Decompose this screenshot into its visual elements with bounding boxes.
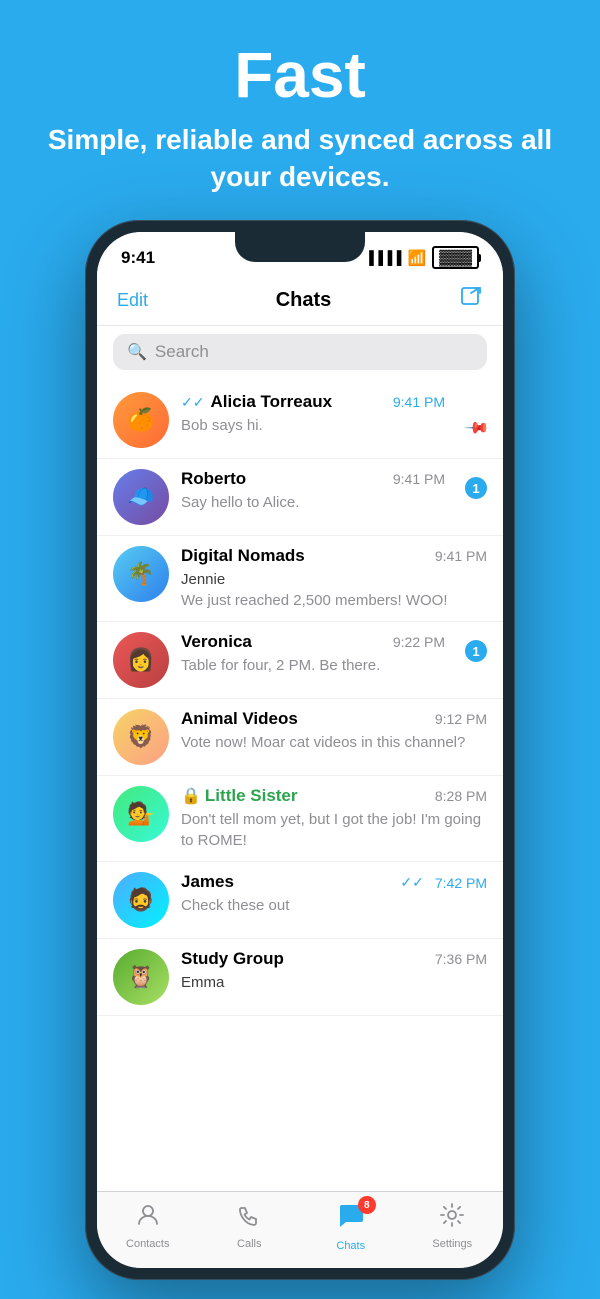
chat-name-sister: Little Sister bbox=[205, 786, 298, 806]
tab-chats[interactable]: 8 Chats bbox=[300, 1200, 402, 1252]
chat-time-sister: 8:28 PM bbox=[435, 788, 487, 804]
chat-time-study: 7:36 PM bbox=[435, 951, 487, 967]
sender-study: Emma bbox=[181, 974, 224, 991]
chat-item-sister[interactable]: 💁 🔒 Little Sister 8:28 PM Don't tell mom… bbox=[97, 776, 503, 862]
avatar-veronica: 👩 bbox=[113, 632, 169, 688]
chats-icon: 8 bbox=[336, 1200, 366, 1237]
search-container: 🔍 Search bbox=[97, 326, 503, 382]
search-placeholder: Search bbox=[155, 342, 209, 362]
badge-roberto: 1 bbox=[465, 477, 487, 499]
chat-preview-veronica: Table for four, 2 PM. Be there. bbox=[181, 655, 445, 676]
search-bar[interactable]: 🔍 Search bbox=[113, 334, 487, 370]
avatar-study: 🦉 bbox=[113, 949, 169, 1005]
double-check-alicia: ✓✓ bbox=[181, 394, 204, 411]
badge-veronica: 1 bbox=[465, 640, 487, 662]
avatar-animal: 🦁 bbox=[113, 709, 169, 765]
sender-digital: Jennie bbox=[181, 571, 225, 588]
hero-section: Fast Simple, reliable and synced across … bbox=[0, 0, 600, 225]
chat-content-sister: 🔒 Little Sister 8:28 PM Don't tell mom y… bbox=[181, 786, 487, 851]
avatar-roberto: 🧢 bbox=[113, 469, 169, 525]
chat-time-james: 7:42 PM bbox=[435, 875, 487, 891]
tab-calls[interactable]: Calls bbox=[199, 1202, 301, 1250]
chat-item-james[interactable]: 🧔 James ✓✓ 7:42 PM Check these out bbox=[97, 862, 503, 939]
search-icon: 🔍 bbox=[127, 342, 147, 362]
chat-preview-james: Check these out bbox=[181, 895, 487, 916]
chat-preview-study: Emma bbox=[181, 972, 487, 993]
chat-content-animal: Animal Videos 9:12 PM Vote now! Moar cat… bbox=[181, 709, 487, 753]
nav-bar: Edit Chats bbox=[97, 277, 503, 326]
chat-item-study[interactable]: 🦉 Study Group 7:36 PM Emma bbox=[97, 939, 503, 1016]
status-time: 9:41 bbox=[121, 248, 155, 268]
chat-content-alicia: ✓✓ Alicia Torreaux 9:41 PM Bob says hi. bbox=[181, 392, 445, 436]
chat-item-roberto[interactable]: 🧢 Roberto 9:41 PM Say hello to Alice. 1 bbox=[97, 459, 503, 536]
double-check-james: ✓✓ bbox=[400, 874, 423, 891]
chat-preview-alicia: Bob says hi. bbox=[181, 415, 445, 436]
nav-title: Chats bbox=[276, 289, 332, 312]
calls-icon bbox=[236, 1202, 262, 1235]
hero-subtitle: Simple, reliable and synced across all y… bbox=[40, 122, 560, 195]
chat-meta-alicia: 📌 bbox=[457, 392, 487, 438]
status-bar: 9:41 ▐▐▐▐ 📶 ▓▓▓ bbox=[97, 232, 503, 277]
chat-preview-roberto: Say hello to Alice. bbox=[181, 492, 445, 513]
tab-bar: Contacts Calls 8 Chats bbox=[97, 1191, 503, 1268]
tab-label-chats: Chats bbox=[336, 1240, 365, 1252]
chat-item-animal[interactable]: 🦁 Animal Videos 9:12 PM Vote now! Moar c… bbox=[97, 699, 503, 776]
chat-list: 🍊 ✓✓ Alicia Torreaux 9:41 PM Bob says hi… bbox=[97, 382, 503, 1191]
status-icons: ▐▐▐▐ 📶 ▓▓▓ bbox=[365, 246, 479, 269]
tab-label-settings: Settings bbox=[432, 1238, 472, 1250]
chat-meta-roberto: 1 bbox=[457, 469, 487, 499]
lock-icon-sister: 🔒 bbox=[181, 786, 201, 806]
chat-meta-veronica: 1 bbox=[457, 632, 487, 662]
chat-time-animal: 9:12 PM bbox=[435, 711, 487, 727]
chat-content-james: James ✓✓ 7:42 PM Check these out bbox=[181, 872, 487, 916]
chat-time-alicia: 9:41 PM bbox=[393, 394, 445, 410]
avatar-james: 🧔 bbox=[113, 872, 169, 928]
hero-title: Fast bbox=[40, 40, 560, 110]
settings-icon bbox=[439, 1202, 465, 1235]
tab-label-calls: Calls bbox=[237, 1238, 261, 1250]
signal-icon: ▐▐▐▐ bbox=[365, 250, 402, 265]
chats-badge: 8 bbox=[358, 1196, 376, 1214]
chat-time-roberto: 9:41 PM bbox=[393, 471, 445, 487]
chat-preview-animal: Vote now! Moar cat videos in this channe… bbox=[181, 732, 487, 753]
tab-settings[interactable]: Settings bbox=[402, 1202, 504, 1250]
chat-name-animal: Animal Videos bbox=[181, 709, 298, 729]
pin-icon-alicia: 📌 bbox=[463, 414, 491, 442]
avatar-digital: 🌴 bbox=[113, 546, 169, 602]
chat-name-roberto: Roberto bbox=[181, 469, 246, 489]
notch bbox=[235, 232, 365, 262]
avatar-sister: 💁 bbox=[113, 786, 169, 842]
chat-content-digital: Digital Nomads 9:41 PM Jennie We just re… bbox=[181, 546, 487, 611]
chat-name-digital: Digital Nomads bbox=[181, 546, 305, 566]
chat-name-james: James bbox=[181, 872, 234, 892]
chat-content-study: Study Group 7:36 PM Emma bbox=[181, 949, 487, 993]
chat-item-digital[interactable]: 🌴 Digital Nomads 9:41 PM Jennie We just … bbox=[97, 536, 503, 622]
avatar-alicia: 🍊 bbox=[113, 392, 169, 448]
battery-icon: ▓▓▓ bbox=[432, 246, 479, 269]
chat-item-veronica[interactable]: 👩 Veronica 9:22 PM Table for four, 2 PM.… bbox=[97, 622, 503, 699]
chat-preview-digital: Jennie We just reached 2,500 members! WO… bbox=[181, 569, 487, 611]
chat-name-alicia: Alicia Torreaux bbox=[210, 392, 332, 412]
chat-time-digital: 9:41 PM bbox=[435, 548, 487, 564]
chat-name-study: Study Group bbox=[181, 949, 284, 969]
phone-screen: 9:41 ▐▐▐▐ 📶 ▓▓▓ Edit Chats bbox=[97, 232, 503, 1268]
contacts-icon bbox=[135, 1202, 161, 1235]
wifi-icon: 📶 bbox=[408, 249, 427, 267]
tab-contacts[interactable]: Contacts bbox=[97, 1202, 199, 1250]
chat-name-veronica: Veronica bbox=[181, 632, 252, 652]
chat-item-alicia[interactable]: 🍊 ✓✓ Alicia Torreaux 9:41 PM Bob says hi… bbox=[97, 382, 503, 459]
phone-frame: 9:41 ▐▐▐▐ 📶 ▓▓▓ Edit Chats bbox=[85, 220, 515, 1280]
chat-preview-sister: Don't tell mom yet, but I got the job! I… bbox=[181, 809, 487, 851]
chat-content-veronica: Veronica 9:22 PM Table for four, 2 PM. B… bbox=[181, 632, 445, 676]
edit-button[interactable]: Edit bbox=[117, 290, 148, 311]
chat-time-veronica: 9:22 PM bbox=[393, 634, 445, 650]
tab-label-contacts: Contacts bbox=[126, 1238, 169, 1250]
compose-icon[interactable] bbox=[459, 285, 483, 315]
chat-content-roberto: Roberto 9:41 PM Say hello to Alice. bbox=[181, 469, 445, 513]
